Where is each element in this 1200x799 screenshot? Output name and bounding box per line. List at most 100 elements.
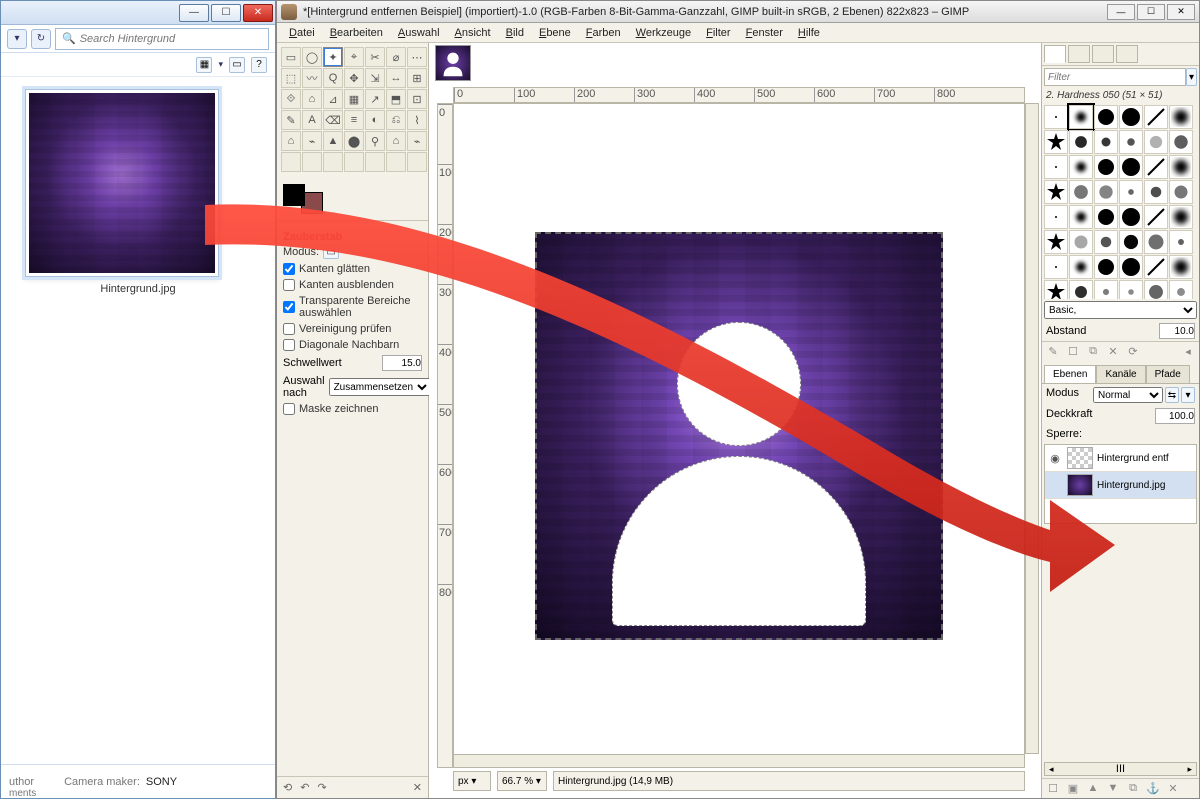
tool-22[interactable]: A xyxy=(302,110,322,130)
tool-36[interactable] xyxy=(302,152,322,172)
brush-item[interactable] xyxy=(1094,155,1118,179)
tab-channels[interactable]: Kanäle xyxy=(1096,365,1145,383)
menu-hilfe[interactable]: Hilfe xyxy=(792,26,826,40)
tool-31[interactable]: ⬤ xyxy=(344,131,364,151)
fonts-tab[interactable] xyxy=(1092,45,1114,63)
brush-item[interactable] xyxy=(1119,230,1143,254)
refresh-brush-icon[interactable]: ⟳ xyxy=(1126,345,1140,358)
menu-ebene[interactable]: Ebene xyxy=(533,26,577,40)
brush-item[interactable] xyxy=(1044,130,1068,154)
new-brush-icon[interactable]: ☐ xyxy=(1066,345,1080,358)
brush-item[interactable] xyxy=(1119,280,1143,299)
patterns-tab[interactable] xyxy=(1068,45,1090,63)
brush-item[interactable] xyxy=(1094,130,1118,154)
scrollbar-horizontal[interactable] xyxy=(453,754,1025,768)
menu-farben[interactable]: Farben xyxy=(580,26,627,40)
brush-item[interactable] xyxy=(1119,130,1143,154)
brush-item[interactable] xyxy=(1094,230,1118,254)
tool-26[interactable]: ⎌ xyxy=(386,110,406,130)
dropdown-icon[interactable]: ▾ xyxy=(7,29,27,49)
brush-item[interactable] xyxy=(1069,130,1093,154)
tab-layers[interactable]: Ebenen xyxy=(1044,365,1096,383)
tool-23[interactable]: ⌫ xyxy=(323,110,343,130)
tab-paths[interactable]: Pfade xyxy=(1146,365,1190,383)
option-checkbox[interactable] xyxy=(283,339,295,351)
tool-41[interactable] xyxy=(407,152,427,172)
file-thumbnail[interactable] xyxy=(25,89,219,277)
layer-row[interactable]: ◉Hintergrund entf xyxy=(1045,445,1196,472)
tool-34[interactable]: ⌁ xyxy=(407,131,427,151)
tool-21[interactable]: ✎ xyxy=(281,110,301,130)
brush-item[interactable] xyxy=(1144,230,1168,254)
zoom-selector[interactable]: 66.7 % ▾ xyxy=(497,771,547,791)
undo-icon[interactable]: ↶ xyxy=(300,781,309,794)
tool-30[interactable]: ▲ xyxy=(323,131,343,151)
new-layer-icon[interactable]: ☐ xyxy=(1046,782,1060,795)
dup-layer-icon[interactable]: ⧉ xyxy=(1126,782,1140,795)
visibility-icon[interactable]: ◉ xyxy=(1047,452,1063,465)
menu-bild[interactable]: Bild xyxy=(500,26,530,40)
brush-item[interactable] xyxy=(1169,130,1193,154)
brush-item[interactable] xyxy=(1144,130,1168,154)
brush-item[interactable] xyxy=(1069,205,1093,229)
brush-item[interactable] xyxy=(1044,105,1068,129)
tool-28[interactable]: ⌂ xyxy=(281,131,301,151)
delete-icon[interactable]: ✕ xyxy=(413,781,422,794)
tool-32[interactable]: ⚲ xyxy=(365,131,385,151)
brush-item[interactable] xyxy=(1169,230,1193,254)
brush-item[interactable] xyxy=(1069,280,1093,299)
brush-item[interactable] xyxy=(1144,180,1168,204)
tool-37[interactable] xyxy=(323,152,343,172)
fg-color-swatch[interactable] xyxy=(283,184,305,206)
menu-bearbeiten[interactable]: Bearbeiten xyxy=(324,26,389,40)
scroll-thumb[interactable]: III xyxy=(1054,763,1188,775)
tool-38[interactable] xyxy=(344,152,364,172)
brush-item[interactable] xyxy=(1069,155,1093,179)
brush-item[interactable] xyxy=(1069,255,1093,279)
tool-6[interactable]: ⋯ xyxy=(407,47,427,67)
brush-filter-input[interactable] xyxy=(1044,68,1186,86)
brush-item[interactable] xyxy=(1094,105,1118,129)
group-icon[interactable]: ▣ xyxy=(1066,782,1080,795)
option-checkbox[interactable] xyxy=(283,279,295,291)
refresh-icon[interactable]: ↻ xyxy=(31,29,51,49)
threshold-input[interactable] xyxy=(382,355,422,371)
brush-item[interactable] xyxy=(1119,105,1143,129)
brush-item[interactable] xyxy=(1169,105,1193,129)
dup-brush-icon[interactable]: ⧉ xyxy=(1086,345,1100,358)
gimp-maximize-button[interactable]: ☐ xyxy=(1137,4,1165,20)
brush-item[interactable] xyxy=(1169,255,1193,279)
mode-icon[interactable]: ▭ xyxy=(323,245,339,259)
brush-item[interactable] xyxy=(1169,280,1193,299)
tool-7[interactable]: ⬚ xyxy=(281,68,301,88)
tool-17[interactable]: ▦ xyxy=(344,89,364,109)
tool-19[interactable]: ⬒ xyxy=(386,89,406,109)
brush-item[interactable] xyxy=(1169,180,1193,204)
brush-item[interactable] xyxy=(1119,180,1143,204)
brush-item[interactable] xyxy=(1169,205,1193,229)
brush-item[interactable] xyxy=(1119,155,1143,179)
brush-item[interactable] xyxy=(1144,280,1168,299)
tool-10[interactable]: ✥ xyxy=(344,68,364,88)
brush-item[interactable] xyxy=(1094,205,1118,229)
tool-33[interactable]: ⌂ xyxy=(386,131,406,151)
select-by-dropdown[interactable]: Zusammensetzen xyxy=(329,378,431,396)
gimp-close-button[interactable]: ✕ xyxy=(1167,4,1195,20)
brush-category-dropdown[interactable]: Basic, xyxy=(1044,301,1197,319)
tool-5[interactable]: ⌀ xyxy=(386,47,406,67)
preview-icon[interactable]: ▭ xyxy=(229,57,245,73)
tool-9[interactable]: Q xyxy=(323,68,343,88)
redo-icon[interactable]: ↷ xyxy=(317,781,326,794)
layer-row[interactable]: Hintergrund.jpg xyxy=(1045,472,1196,499)
tool-8[interactable]: 〰 xyxy=(302,68,322,88)
tool-39[interactable] xyxy=(365,152,385,172)
help-icon[interactable]: ? xyxy=(251,57,267,73)
minimize-button[interactable]: — xyxy=(179,4,209,22)
del-layer-icon[interactable]: ✕ xyxy=(1166,782,1180,795)
tool-3[interactable]: ⌖ xyxy=(344,47,364,67)
brush-item[interactable] xyxy=(1044,280,1068,299)
brush-item[interactable] xyxy=(1119,255,1143,279)
brush-item[interactable] xyxy=(1094,255,1118,279)
brush-item[interactable] xyxy=(1094,180,1118,204)
tool-1[interactable]: ◯ xyxy=(302,47,322,67)
